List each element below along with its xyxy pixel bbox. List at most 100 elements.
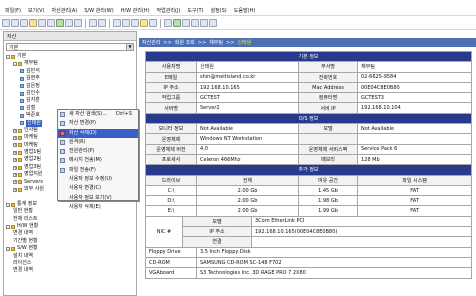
context-menu-item[interactable]: 메시지 전송(M) xyxy=(58,156,138,165)
toolbar-divider xyxy=(160,18,161,28)
menu-file[interactable]: 파일(F) xyxy=(3,7,23,14)
context-menu-item[interactable]: 전원관리(P) xyxy=(58,147,138,156)
menu-sw[interactable]: S/W 관리(W) xyxy=(82,7,115,14)
table-row: 모니터 정보 Not Available 모델 Not Available xyxy=(145,123,473,135)
folder-icon xyxy=(18,180,22,185)
context-menu-label: 자산 변경(P) xyxy=(69,120,96,127)
field-value: Service Pack 6 xyxy=(356,143,473,155)
context-menu-label: 사용자 삭제(E) xyxy=(69,203,101,210)
field-value: 3Com EtherLink PCI xyxy=(250,215,473,228)
pane-title: 자산 xyxy=(4,32,136,41)
group-select[interactable]: 기본 ▼ xyxy=(6,43,134,51)
field-value: Celeron 466Mhz xyxy=(196,153,299,166)
menu-tools[interactable]: 도구(T) xyxy=(185,7,205,14)
chart-icon[interactable] xyxy=(98,19,106,27)
collapse-icon[interactable]: - xyxy=(6,246,10,251)
expand-icon[interactable]: + xyxy=(13,165,17,170)
nic-row: 연결 xyxy=(146,236,473,248)
field-value: 재무팀 xyxy=(356,61,473,73)
context-menu-item[interactable]: 새 자산 검색(S)... Ctrl+S xyxy=(58,110,138,119)
user-icon[interactable] xyxy=(65,19,73,27)
section-header: O/S 정보 xyxy=(144,112,473,125)
tree-item-label: 재무팀 xyxy=(24,60,38,67)
power-icon[interactable] xyxy=(191,19,199,27)
message-icon xyxy=(60,158,65,164)
cut-icon[interactable] xyxy=(113,19,121,27)
field-value: GCTEST xyxy=(196,92,299,104)
copy-icon[interactable] xyxy=(122,19,130,27)
tree-item[interactable]: 김지훈 xyxy=(6,97,136,104)
tree-item[interactable]: 전체 리스트 xyxy=(6,216,136,223)
tree-item[interactable]: 변경 내역 xyxy=(6,267,136,274)
remote-icon[interactable] xyxy=(56,19,64,27)
breadcrumb-item[interactable]: 자산관리 xyxy=(142,39,160,46)
menu-hw[interactable]: H/W 관리(H) xyxy=(119,7,152,14)
table-cell: FAT xyxy=(356,184,473,197)
expand-icon[interactable]: + xyxy=(13,143,17,148)
context-menu-item[interactable]: 사용자 삭제(E) xyxy=(58,203,138,212)
help-icon[interactable] xyxy=(164,19,172,27)
context-menu-item[interactable]: 사용자 정보 수정(U) xyxy=(58,175,138,184)
info-icon[interactable] xyxy=(200,19,208,27)
refresh-icon[interactable] xyxy=(47,19,55,27)
field-label: E메일 xyxy=(145,71,197,83)
export-icon[interactable] xyxy=(173,19,181,27)
collapse-icon[interactable]: - xyxy=(6,202,10,207)
menu-asset[interactable]: 자산관리(A) xyxy=(50,7,80,14)
context-menu-item[interactable]: 파일 전송(F) xyxy=(58,166,138,175)
collapse-icon[interactable]: - xyxy=(6,54,10,59)
toolbar-divider xyxy=(85,18,86,28)
open-icon[interactable] xyxy=(11,19,19,27)
context-menu-item[interactable]: 자산 삭제(D) xyxy=(58,128,138,138)
menu-view[interactable]: 보기(V) xyxy=(26,7,47,14)
collapse-icon[interactable]: - xyxy=(13,62,17,67)
tree-item[interactable]: 김은정 xyxy=(6,83,136,90)
collapse-icon[interactable]: - xyxy=(6,224,10,229)
search-icon[interactable] xyxy=(29,19,37,27)
print-icon[interactable] xyxy=(38,19,46,27)
settings-icon[interactable] xyxy=(74,19,82,27)
menu-help[interactable]: 도움말(H) xyxy=(232,7,257,14)
report-icon[interactable] xyxy=(89,19,97,27)
context-menu-item[interactable]: 사용자 정보 보기(V) xyxy=(58,194,138,203)
tree-item-label: 신태원 xyxy=(26,119,42,127)
expand-icon[interactable]: + xyxy=(13,187,17,192)
context-menu-item[interactable]: 사용자 변경(C) xyxy=(58,184,138,193)
field-label: 운영체제 버전 xyxy=(145,143,197,155)
field-value xyxy=(250,236,473,248)
table-cell: 1.99 Gb xyxy=(298,205,358,217)
expand-icon[interactable]: + xyxy=(13,128,17,133)
tree-item[interactable]: 설치 내역 xyxy=(6,253,136,260)
save-icon[interactable] xyxy=(20,19,28,27)
expand-icon[interactable]: + xyxy=(13,135,17,140)
tree-item[interactable]: - S/W 현황 xyxy=(6,245,136,252)
new-icon[interactable] xyxy=(2,19,10,27)
table-row: E메일 shin@meitisland.co.kr 전화번호 02-6625-9584 xyxy=(145,71,473,83)
context-menu-item[interactable]: 원격(R) xyxy=(58,138,138,147)
shortcut-label: Ctrl+S xyxy=(115,111,132,117)
tree-item[interactable]: - 재무팀 xyxy=(6,60,136,67)
computer-icon xyxy=(20,76,24,81)
computer-icon xyxy=(20,99,24,104)
expand-icon[interactable]: + xyxy=(13,158,17,163)
menu-job[interactable]: 작업관리(J) xyxy=(155,7,183,14)
paste-icon[interactable] xyxy=(131,19,139,27)
tree-item-label: 김지훈 xyxy=(26,97,40,104)
field-value: 192.168.10.165(00E04C8E0B80) xyxy=(250,226,473,238)
breadcrumb-item[interactable]: 회원 조회 xyxy=(175,39,195,46)
exit-icon[interactable] xyxy=(209,19,217,27)
breadcrumb-item[interactable]: 재무팀 xyxy=(209,39,223,46)
tree-item[interactable]: 김현주 xyxy=(6,75,136,82)
field-value: Windows NT Workstation xyxy=(196,133,299,145)
expand-icon[interactable]: + xyxy=(13,172,17,177)
menu-settings[interactable]: 설정(S) xyxy=(208,7,228,14)
mail-icon[interactable] xyxy=(182,19,190,27)
tree-item[interactable]: 변경 내역 xyxy=(6,230,136,237)
chevron-down-icon[interactable]: ▼ xyxy=(126,44,133,50)
expand-icon[interactable]: + xyxy=(13,180,17,185)
filter-icon[interactable] xyxy=(140,19,148,27)
expand-icon[interactable]: + xyxy=(13,150,17,155)
context-menu-item[interactable]: 자산 변경(P) xyxy=(58,119,138,128)
folder-icon xyxy=(18,187,22,192)
list-icon[interactable] xyxy=(149,19,157,27)
